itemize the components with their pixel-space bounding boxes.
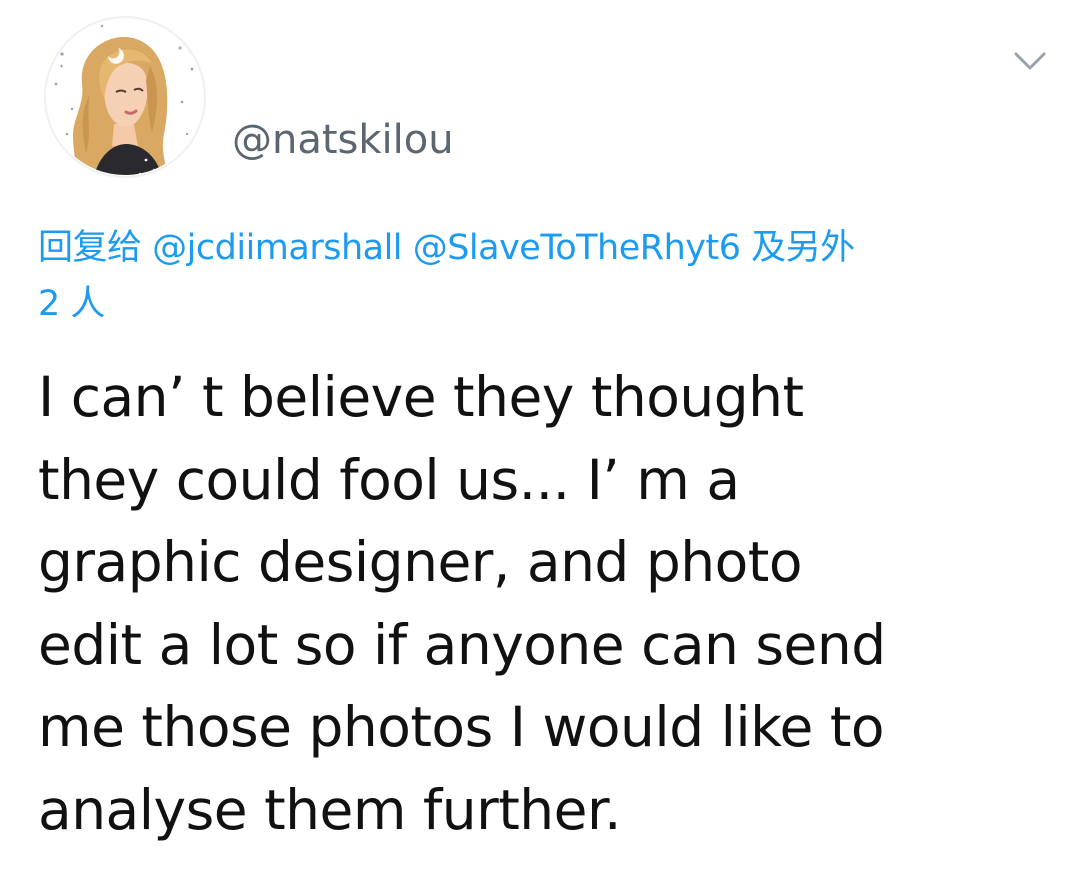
- chevron-down-icon[interactable]: [1010, 46, 1050, 76]
- avatar-illustration: [44, 16, 206, 178]
- reply-context: 回复给 @jcdiimarshall @SlaveToTheRhyt6 及另外 …: [38, 220, 1048, 332]
- tweet-text-line: graphic designer, and photo: [38, 530, 802, 594]
- tweet-text-line: edit a lot so if anyone can send: [38, 612, 886, 677]
- tweet-text-line: they could fool us... I’ m a: [38, 447, 740, 512]
- reply-prefix: 回复给: [38, 228, 142, 268]
- reply-others-count[interactable]: 2 人: [38, 284, 105, 324]
- mention-link[interactable]: @SlaveToTheRhyt6: [413, 228, 741, 268]
- reply-others[interactable]: 及另外: [751, 228, 855, 268]
- avatar[interactable]: [42, 14, 208, 180]
- mention-link[interactable]: @jcdiimarshall: [152, 228, 402, 268]
- tweet-card: @natskilou 回复给 @jcdiimarshall @SlaveToTh…: [0, 0, 1080, 869]
- user-handle[interactable]: @natskilou: [232, 116, 454, 164]
- tweet-text-line: me those photos I would like to: [38, 695, 885, 759]
- tweet-text-line: analyse them further.: [38, 777, 622, 842]
- tweet-text-line: I can’ t believe they thought: [38, 365, 804, 429]
- tweet-text: I can’ t believe they thought they could…: [38, 356, 1048, 851]
